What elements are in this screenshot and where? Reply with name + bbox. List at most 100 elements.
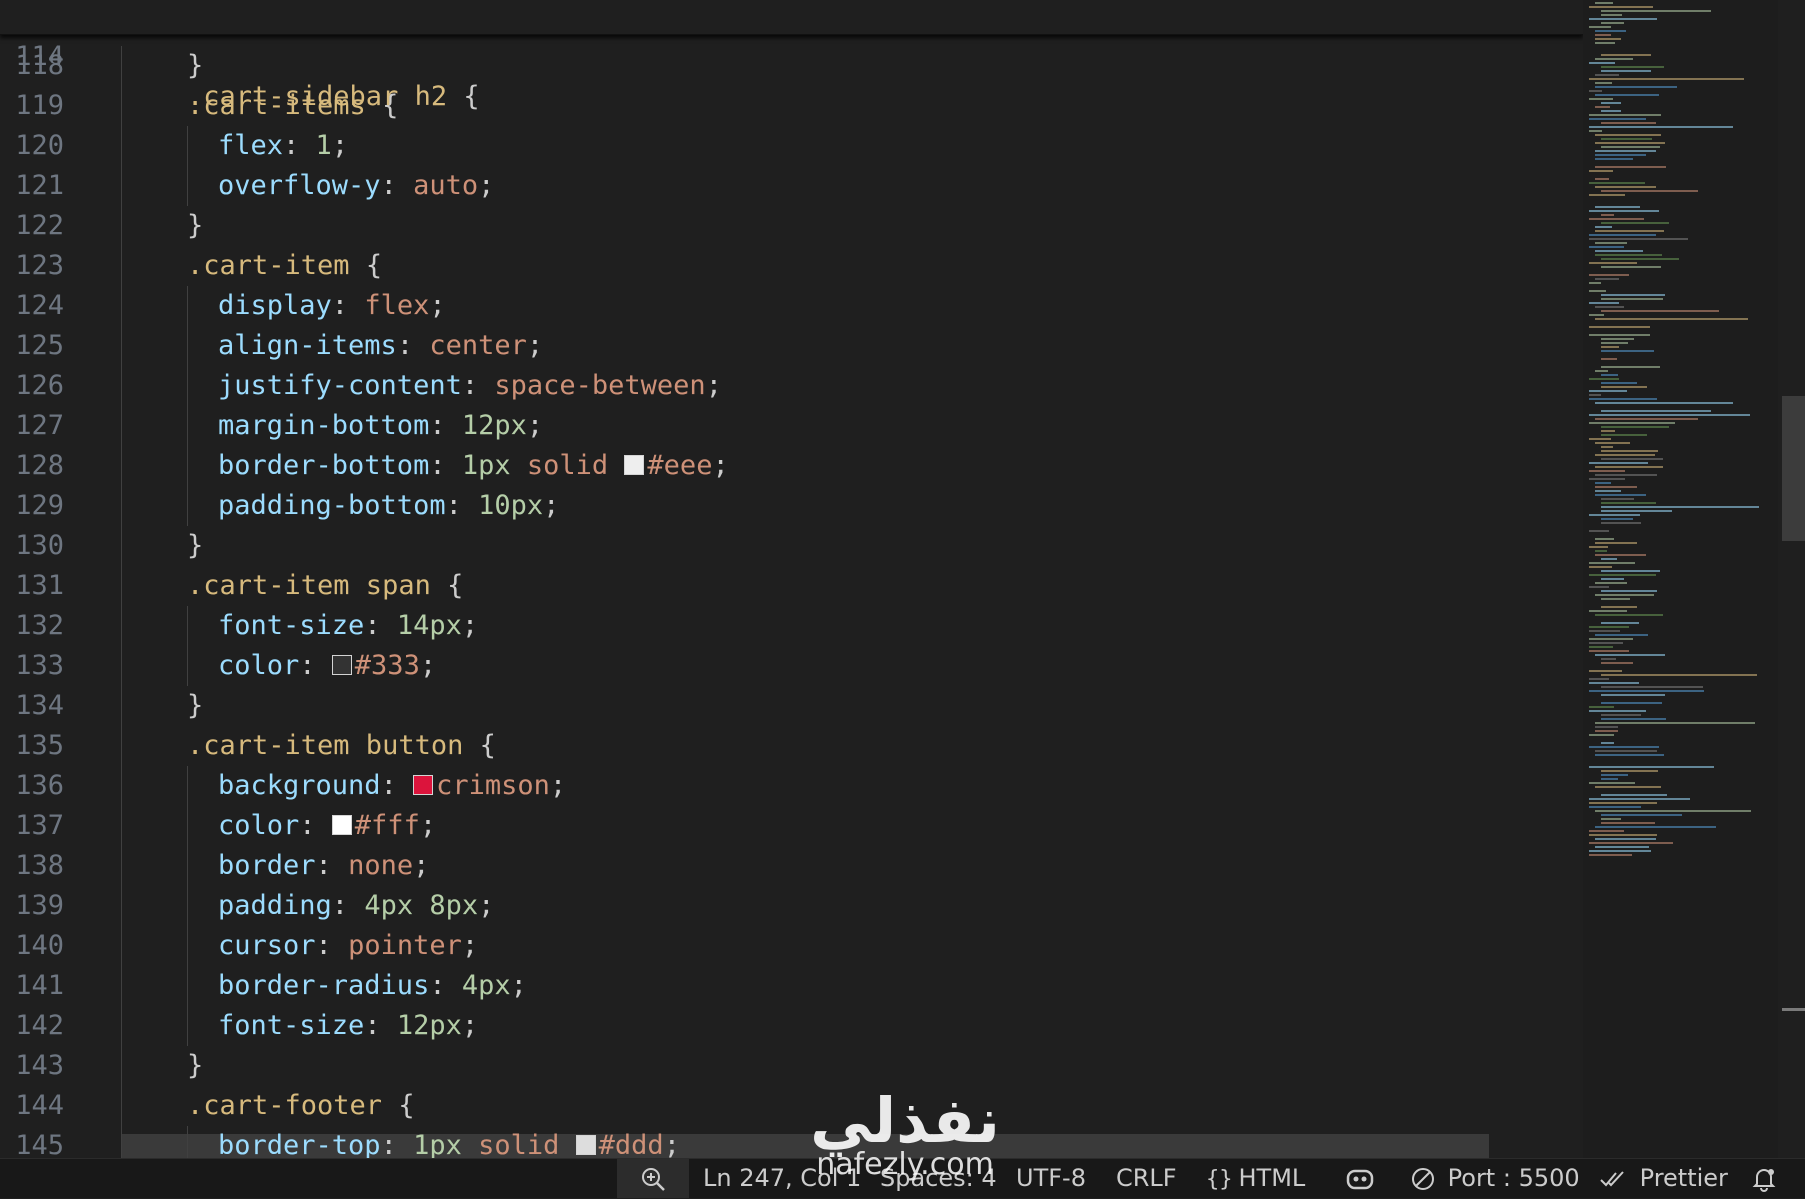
punctuation: ; [413,850,430,881]
punctuation: } [187,530,204,561]
code-line[interactable]: 145 border-top: 1px solid #ddd; [0,1126,1583,1158]
indent-guide [121,1006,122,1046]
code-text: .cart-item span { [187,566,463,606]
code-line[interactable]: 126 justify-content: space-between; [0,366,1583,406]
minimap-line [1601,338,1634,340]
zoom-button[interactable] [617,1159,689,1198]
minimap-line [1601,358,1617,360]
code-line[interactable]: 135 .cart-item button { [0,726,1583,766]
indent-guide [187,406,188,446]
minimap-line [1601,66,1664,68]
minimap-line [1589,238,1688,240]
minimap-line [1589,182,1645,184]
code-line[interactable]: 128 border-bottom: 1px solid #eee; [0,446,1583,486]
minimap-line [1595,226,1612,228]
indentation[interactable]: Spaces: 4 [880,1159,997,1198]
css-property: font-size [218,610,365,641]
minimap-line [1595,42,1615,44]
minimap-line [1601,446,1613,448]
color-swatch[interactable] [331,815,352,835]
minimap[interactable] [1583,0,1778,1158]
code-line[interactable]: 131 .cart-item span { [0,566,1583,606]
minimap-line [1589,630,1620,632]
indent-guide [121,206,122,246]
color-swatch[interactable] [331,655,352,675]
punctuation: : [299,810,332,841]
live-server-port[interactable]: Port : 5500 [1410,1159,1580,1198]
prettier-status[interactable]: Prettier [1598,1159,1728,1198]
minimap-line [1595,654,1665,656]
minimap-line [1589,218,1644,220]
minimap-line [1601,266,1661,268]
braces-icon: {} [1206,1167,1233,1192]
minimap-line [1589,746,1659,748]
cursor-position[interactable]: Ln 247, Col 1 [703,1159,861,1198]
line-number: 137 [15,810,64,841]
code-line[interactable]: 133 color: #333; [0,646,1583,686]
code-line[interactable]: 141 border-radius: 4px; [0,966,1583,1006]
minimap-line [1589,462,1648,464]
code-line[interactable]: 121 overflow-y: auto; [0,166,1583,206]
code-line[interactable]: 138 border: none; [0,846,1583,886]
minimap-line [1601,426,1669,428]
zoom-in-icon [640,1164,666,1192]
code-text: color: #333; [218,646,436,686]
minimap-line [1589,26,1611,28]
code-line[interactable]: 120 flex: 1; [0,126,1583,166]
scrollbar-thumb[interactable] [1782,396,1805,541]
code-line[interactable]: 125 align-items: center; [0,326,1583,366]
code-line[interactable]: 134} [0,686,1583,726]
punctuation: : [364,1010,397,1041]
code-line[interactable]: 143} [0,1046,1583,1086]
minimap-line [1601,558,1617,560]
code-editor[interactable]: 114 .cart-sidebar h2 { 118} 119 .cart-item… [0,0,1583,1158]
code-line[interactable]: 127 margin-bottom: 12px; [0,406,1583,446]
code-line[interactable]: 130} [0,526,1583,566]
code-line[interactable]: 144 .cart-footer { [0,1086,1583,1126]
minimap-line [1595,278,1619,280]
punctuation: ; [419,810,437,841]
minimap-line [1589,478,1625,480]
end-of-line[interactable]: CRLF [1116,1159,1177,1198]
css-selector: .cart-item button [187,730,464,761]
punctuation: ; [331,130,349,161]
encoding[interactable]: UTF-8 [1016,1159,1086,1198]
minimap-line [1589,18,1657,20]
color-swatch[interactable] [575,1135,596,1155]
code-line[interactable]: 132 font-size: 14px; [0,606,1583,646]
color-swatch[interactable] [624,455,645,475]
code-line[interactable]: 129 padding-bottom: 10px; [0,486,1583,526]
code-line[interactable]: 136 background: crimson; [0,766,1583,806]
minimap-line [1601,54,1651,56]
code-line[interactable]: 139 padding: 4px 8px; [0,886,1583,926]
minimap-line [1589,114,1661,116]
indent-guide [187,326,188,366]
indent-guide [121,366,122,406]
color-swatch[interactable] [413,775,434,795]
code-text: border-radius: 4px; [218,966,527,1006]
indent-guide [121,406,122,446]
vertical-scrollbar[interactable] [1778,0,1805,1158]
minimap-line [1601,794,1667,796]
code-line[interactable]: 137 color: #fff; [0,806,1583,846]
notifications-button[interactable] [1750,1159,1778,1198]
code-line[interactable]: 124 display: flex; [0,286,1583,326]
code-line[interactable]: 142 font-size: 12px; [0,1006,1583,1046]
minimap-line [1589,646,1613,648]
prettier-label: Prettier [1639,1164,1728,1192]
indent-guide [121,126,122,166]
line-number: 143 [15,1050,64,1081]
copilot-button[interactable] [1345,1159,1375,1198]
indent-guide [121,646,122,686]
code-line[interactable]: 123 .cart-item { [0,246,1583,286]
code-line[interactable]: 122} [0,206,1583,246]
punctuation: ; [526,410,544,441]
sticky-scroll-header[interactable]: 114 .cart-sidebar h2 { [0,0,1583,112]
language-mode[interactable]: {} HTML [1206,1159,1305,1198]
code-line[interactable]: 140 cursor: pointer; [0,926,1583,966]
punctuation: ; [478,170,495,201]
minimap-line [1589,806,1641,808]
minimap-line [1589,830,1624,832]
minimap-line [1595,846,1649,848]
code-text: padding-bottom: 10px; [218,486,559,526]
